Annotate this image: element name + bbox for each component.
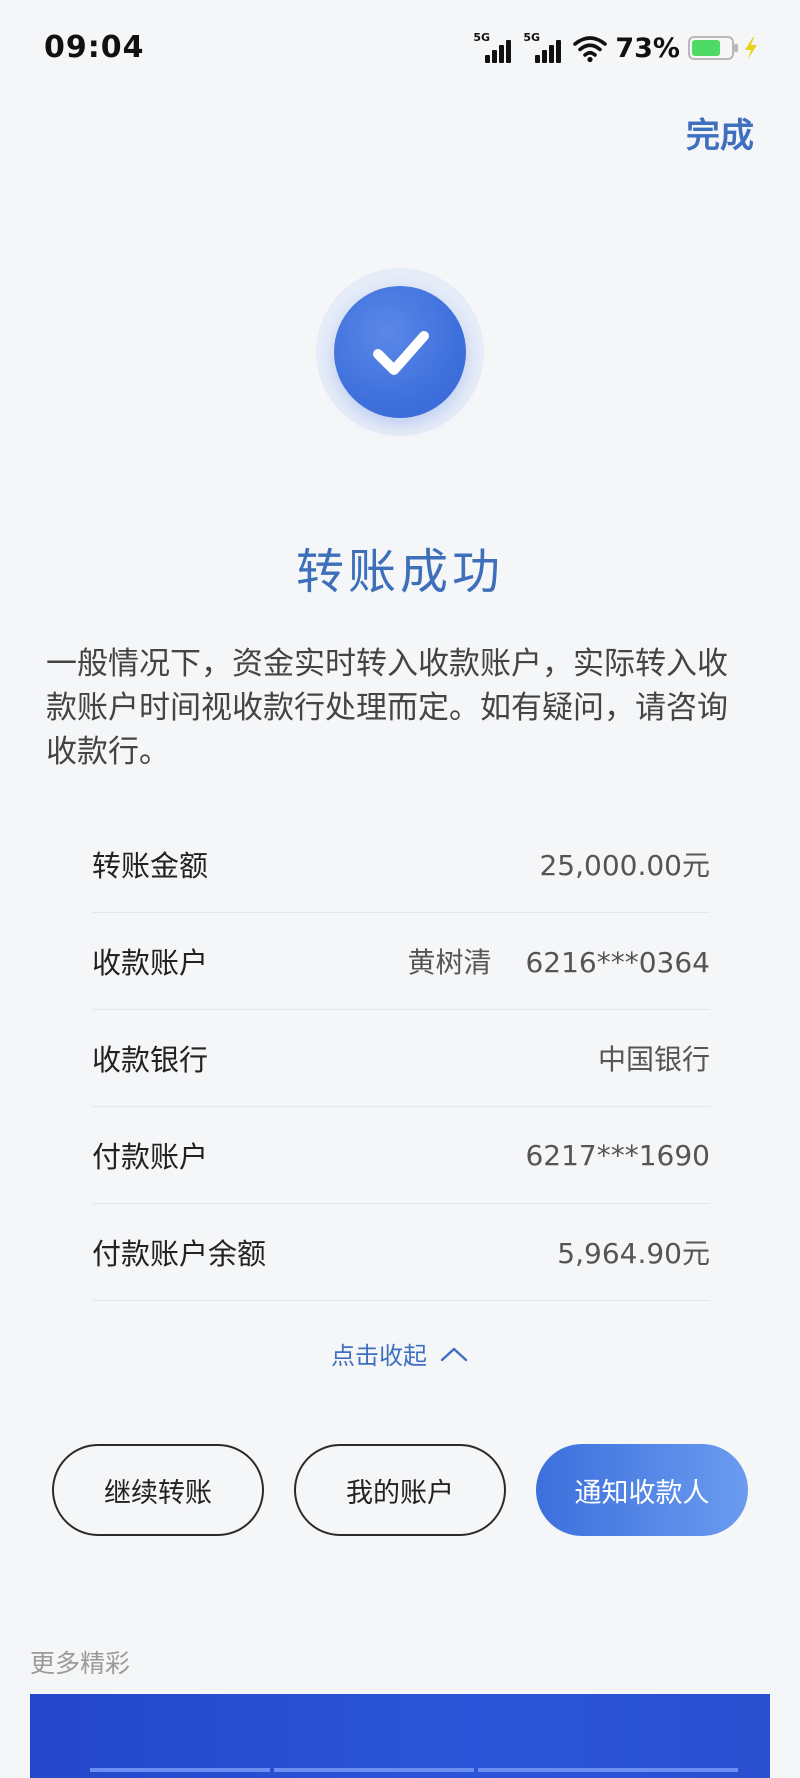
charging-bolt-icon (745, 37, 757, 59)
battery-icon (688, 36, 738, 60)
payee-label: 收款账户 (92, 946, 209, 980)
continue-transfer-button[interactable]: 继续转账 (52, 1444, 264, 1536)
signal-icon: 5G (473, 31, 515, 65)
wifi-icon (573, 36, 608, 63)
collapse-button[interactable]: 点击收起 (0, 1336, 800, 1371)
detail-row-bank: 收款银行 中国银行 (92, 1010, 710, 1107)
balance-value: 5,964.90元 (557, 1237, 710, 1270)
status-icons: 5G 5G 73% (473, 28, 760, 68)
bank-value: 中国银行 (597, 1043, 710, 1076)
collapse-label: 点击收起 (331, 1342, 427, 1370)
payee-account: 6216***0364 (525, 946, 710, 979)
result-note: 一般情况下，资金实时转入收款账户，实际转入收款账户时间视收款行处理而定。如有疑问… (46, 646, 728, 770)
result-title: 转账成功 (295, 544, 504, 600)
payee-name: 黄树清 (407, 946, 492, 979)
check-icon (334, 286, 466, 418)
done-button[interactable]: 完成 (686, 108, 754, 157)
transfer-success-screen: 09:04 5G 5G 73% 完成 转账成功 一般情况下，资金实时转入收款账户… (0, 0, 800, 1778)
status-time: 09:04 (44, 30, 145, 65)
transfer-details: 转账金额 25,000.00元 收款账户 黄树清 6216***0364 收款银行… (92, 816, 710, 1301)
balance-label: 付款账户余额 (92, 1237, 267, 1271)
payer-label: 付款账户 (92, 1140, 209, 1174)
chevron-up-icon (440, 1347, 468, 1361)
bank-label: 收款银行 (92, 1043, 209, 1077)
payee-value: 黄树清 6216***0364 (407, 941, 710, 981)
signal-icon: 5G (523, 31, 565, 65)
detail-row-payer: 付款账户 6217***1690 (92, 1107, 710, 1204)
detail-row-payee: 收款账户 黄树清 6216***0364 (92, 913, 710, 1010)
promo-banner[interactable] (30, 1694, 770, 1778)
battery-percent: 73% (615, 32, 680, 64)
my-account-button[interactable]: 我的账户 (294, 1444, 506, 1536)
signal-label: 5G (523, 31, 541, 44)
payer-account: 6217***1690 (525, 1138, 710, 1172)
status-bar: 09:04 5G 5G 73% (0, 0, 800, 100)
signal-label: 5G (473, 31, 491, 44)
more-section-title: 更多精彩 (30, 1649, 131, 1678)
detail-row-amount: 转账金额 25,000.00元 (92, 816, 710, 913)
detail-row-balance: 付款账户余额 5,964.90元 (92, 1204, 710, 1301)
amount-value: 25,000.00元 (539, 849, 710, 882)
amount-label: 转账金额 (92, 849, 209, 883)
notify-payee-button[interactable]: 通知收款人 (536, 1444, 748, 1536)
